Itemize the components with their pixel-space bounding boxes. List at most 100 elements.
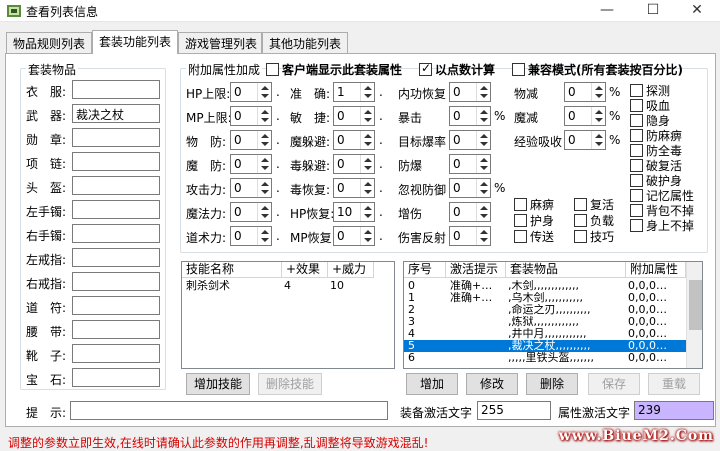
attr-spinner[interactable]: 0 bbox=[333, 130, 375, 150]
list-item[interactable]: 2 ,命运之刃,,,,,,,,,, 0,0,0… bbox=[404, 304, 686, 316]
attr-checkbox[interactable] bbox=[574, 214, 587, 227]
skills-header-effect[interactable]: +效果 bbox=[282, 262, 328, 278]
spin-arrows-icon[interactable] bbox=[476, 107, 490, 125]
list-header-no[interactable]: 序号 bbox=[404, 262, 446, 278]
spin-arrows-icon[interactable] bbox=[257, 107, 271, 125]
list-scrollbar[interactable] bbox=[686, 262, 702, 368]
add-skill-button[interactable]: 增加技能 bbox=[186, 373, 250, 395]
slot-input[interactable] bbox=[72, 152, 160, 171]
spin-arrows-icon[interactable] bbox=[360, 155, 374, 173]
spin-arrows-icon[interactable] bbox=[360, 131, 374, 149]
spinner-value[interactable]: 0 bbox=[453, 157, 461, 171]
attr-spinner[interactable]: 0 bbox=[230, 202, 272, 222]
spinner-value[interactable]: 0 bbox=[337, 109, 345, 123]
attr-checkbox[interactable] bbox=[630, 219, 643, 232]
attr-spinner[interactable]: 0 bbox=[449, 154, 491, 174]
attr-checkbox[interactable] bbox=[630, 129, 643, 142]
spinner-value[interactable]: 0 bbox=[234, 109, 242, 123]
slot-input[interactable] bbox=[72, 320, 160, 339]
spin-arrows-icon[interactable] bbox=[257, 203, 271, 221]
attr-spinner[interactable]: 0 bbox=[230, 106, 272, 126]
attr-spinner[interactable]: 0 bbox=[333, 154, 375, 174]
attr-spinner[interactable]: 0 bbox=[449, 202, 491, 222]
reload-button[interactable]: 重载 bbox=[648, 373, 700, 395]
attr-spinner[interactable]: 0 bbox=[449, 178, 491, 198]
spin-arrows-icon[interactable] bbox=[591, 107, 605, 125]
delete-skill-button[interactable]: 删除技能 bbox=[258, 373, 322, 395]
attr-checkbox[interactable] bbox=[630, 204, 643, 217]
client-display-checkbox[interactable] bbox=[266, 63, 279, 76]
attr-spinner[interactable]: 0 bbox=[333, 106, 375, 126]
skills-header-power[interactable]: +威力 bbox=[328, 262, 374, 278]
attr-spinner[interactable]: 0 bbox=[230, 82, 272, 102]
attr-spinner[interactable]: 0 bbox=[230, 178, 272, 198]
attr-spinner[interactable]: 0 bbox=[449, 226, 491, 246]
spinner-value[interactable]: 0 bbox=[234, 181, 242, 195]
spinner-value[interactable]: 0 bbox=[234, 133, 242, 147]
point-calc-checkbox[interactable] bbox=[419, 61, 432, 76]
minimize-button[interactable]: — bbox=[584, 0, 630, 22]
add-button[interactable]: 增加 bbox=[406, 373, 458, 395]
attr-spinner[interactable]: 0 bbox=[449, 82, 491, 102]
compat-mode-checkbox[interactable] bbox=[512, 63, 525, 76]
delete-button[interactable]: 删除 bbox=[526, 373, 578, 395]
spin-arrows-icon[interactable] bbox=[360, 203, 374, 221]
attr-spinner[interactable]: 0 bbox=[333, 226, 375, 246]
spin-arrows-icon[interactable] bbox=[476, 131, 490, 149]
attr-checkbox[interactable] bbox=[514, 214, 527, 227]
attr-checkbox[interactable] bbox=[630, 84, 643, 97]
spinner-value[interactable]: 0 bbox=[337, 157, 345, 171]
spinner-value[interactable]: 0 bbox=[453, 133, 461, 147]
attr-checkbox[interactable] bbox=[630, 189, 643, 202]
slot-input[interactable] bbox=[72, 272, 160, 291]
tab-other-functions[interactable]: 其他功能列表 bbox=[262, 32, 348, 53]
spinner-value[interactable]: 0 bbox=[337, 229, 345, 243]
attr-checkbox[interactable] bbox=[574, 230, 587, 243]
slot-input[interactable] bbox=[72, 176, 160, 195]
tab-game-management[interactable]: 游戏管理列表 bbox=[178, 32, 262, 53]
spinner-value[interactable]: 0 bbox=[453, 229, 461, 243]
spin-arrows-icon[interactable] bbox=[591, 131, 605, 149]
skills-header-name[interactable]: 技能名称 bbox=[182, 262, 282, 278]
save-button[interactable]: 保存 bbox=[588, 373, 640, 395]
spin-arrows-icon[interactable] bbox=[257, 155, 271, 173]
spin-arrows-icon[interactable] bbox=[476, 179, 490, 197]
spinner-value[interactable]: 0 bbox=[453, 109, 461, 123]
list-item[interactable]: 4 ,井中月,,,,,,,,,,,, 0,0,0… bbox=[404, 328, 686, 340]
spin-arrows-icon[interactable] bbox=[360, 227, 374, 245]
spin-arrows-icon[interactable] bbox=[257, 83, 271, 101]
spin-arrows-icon[interactable] bbox=[257, 131, 271, 149]
spinner-value[interactable]: 10 bbox=[337, 205, 352, 219]
spinner-value[interactable]: 0 bbox=[453, 181, 461, 195]
spin-arrows-icon[interactable] bbox=[257, 179, 271, 197]
scrollbar-thumb[interactable] bbox=[689, 280, 702, 330]
spin-arrows-icon[interactable] bbox=[476, 227, 490, 245]
spinner-value[interactable]: 0 bbox=[337, 181, 345, 195]
attr-spinner[interactable]: 0 bbox=[564, 106, 606, 126]
spin-arrows-icon[interactable] bbox=[476, 155, 490, 173]
slot-input[interactable] bbox=[72, 344, 160, 363]
spin-arrows-icon[interactable] bbox=[257, 227, 271, 245]
list-item[interactable]: 0 准确+… ,木剑,,,,,,,,,,,,, 0,0,0… bbox=[404, 280, 686, 292]
attr-spinner[interactable]: 0 bbox=[449, 130, 491, 150]
attr-checkbox[interactable] bbox=[514, 230, 527, 243]
slot-input[interactable]: 裁决之杖 bbox=[72, 104, 160, 123]
spinner-value[interactable]: 0 bbox=[234, 229, 242, 243]
spinner-value[interactable]: 1 bbox=[337, 85, 345, 99]
skills-table[interactable]: 技能名称 +效果 +威力 刺杀剑术 4 10 bbox=[181, 261, 395, 369]
slot-input[interactable] bbox=[72, 80, 160, 99]
list-item[interactable]: 5 ,裁决之杖,,,,,,,,,, 0,0,0… bbox=[404, 340, 686, 352]
attr-spinner[interactable]: 1 bbox=[333, 82, 375, 102]
attr-activate-input[interactable]: 239 bbox=[634, 401, 714, 420]
spinner-value[interactable]: 0 bbox=[234, 205, 242, 219]
spinner-value[interactable]: 0 bbox=[568, 133, 576, 147]
spin-arrows-icon[interactable] bbox=[476, 203, 490, 221]
attr-spinner[interactable]: 0 bbox=[333, 178, 375, 198]
spin-arrows-icon[interactable] bbox=[360, 107, 374, 125]
spin-arrows-icon[interactable] bbox=[591, 83, 605, 101]
list-item[interactable]: 3 ,炼狱,,,,,,,,,,,,, 0,0,0… bbox=[404, 316, 686, 328]
attr-checkbox[interactable] bbox=[514, 198, 527, 211]
hint-input[interactable] bbox=[70, 401, 388, 420]
attr-spinner[interactable]: 0 bbox=[230, 226, 272, 246]
list-header-hint[interactable]: 激活提示 bbox=[446, 262, 506, 278]
